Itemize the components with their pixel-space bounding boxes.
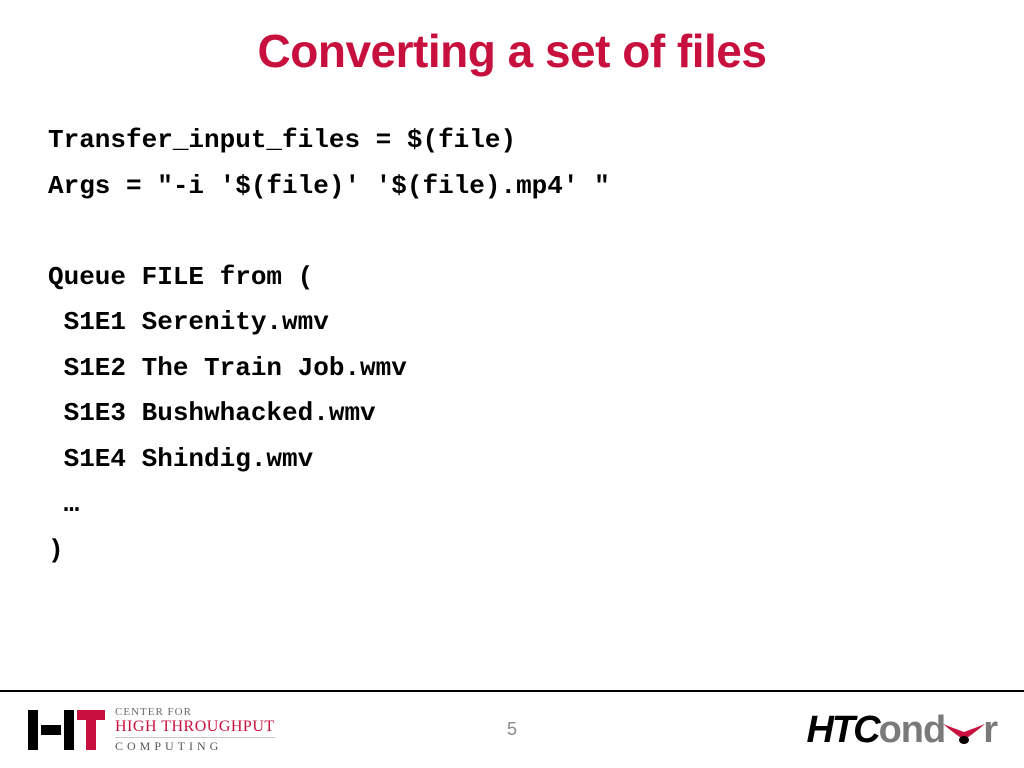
htcondor-logo: HTCondr	[806, 709, 996, 752]
bird-icon	[941, 715, 987, 745]
footer: CENTER FOR HIGH THROUGHPUT COMPUTING HTC…	[0, 690, 1024, 768]
code-line: S1E3 Bushwhacked.wmv	[48, 398, 376, 428]
code-line: )	[48, 535, 64, 565]
htcondor-c: C	[853, 709, 878, 752]
chtc-text: CENTER FOR HIGH THROUGHPUT COMPUTING	[115, 707, 275, 753]
code-block: Transfer_input_files = $(file) Args = "-…	[48, 118, 976, 573]
htcondor-ht: HT	[806, 709, 853, 752]
chtc-line1: CENTER FOR	[115, 707, 275, 719]
slide-body: Transfer_input_files = $(file) Args = "-…	[0, 78, 1024, 573]
code-line: Args = "-i '$(file)' '$(file).mp4' "	[48, 171, 610, 201]
code-line: S1E1 Serenity.wmv	[48, 307, 329, 337]
chtc-line2: HIGH THROUGHPUT	[115, 719, 275, 739]
slide: Converting a set of files Transfer_input…	[0, 0, 1024, 768]
htcondor-ond: ond	[879, 709, 946, 752]
code-line: …	[48, 489, 79, 519]
code-line: S1E4 Shindig.wmv	[48, 444, 313, 474]
code-line: Transfer_input_files = $(file)	[48, 125, 516, 155]
chtc-line3: COMPUTING	[115, 740, 275, 753]
chtc-logo: CENTER FOR HIGH THROUGHPUT COMPUTING	[28, 707, 275, 753]
code-line: S1E2 The Train Job.wmv	[48, 353, 407, 383]
code-line: Queue FILE from (	[48, 262, 313, 292]
slide-title: Converting a set of files	[0, 0, 1024, 78]
chtc-mark-icon	[28, 710, 105, 750]
